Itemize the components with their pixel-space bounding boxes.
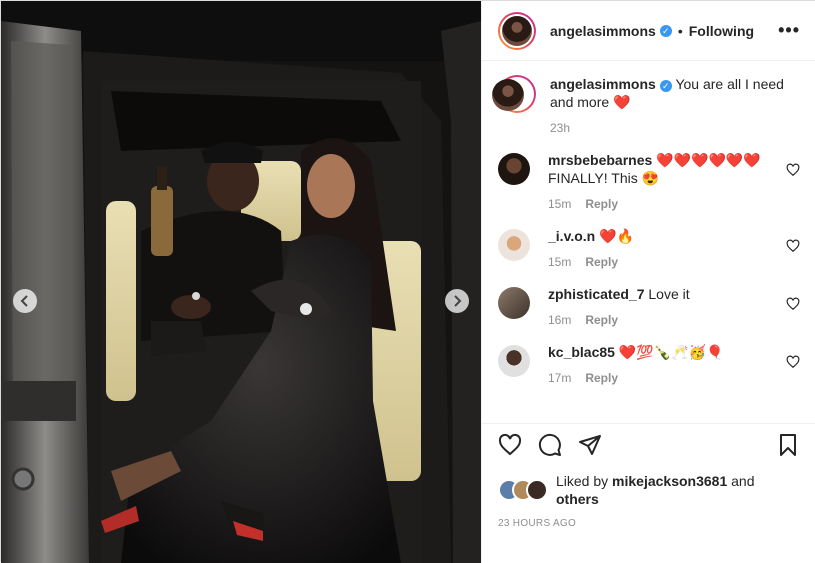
reply-button[interactable]: Reply [585,371,618,385]
caption-username[interactable]: angelasimmons [550,76,656,92]
next-image-button[interactable] [445,289,469,313]
caption-time[interactable]: 23h [550,121,570,135]
share-button[interactable] [578,433,602,457]
comment-time[interactable]: 15m [548,255,571,269]
reply-button[interactable]: Reply [585,197,618,211]
comment-username[interactable]: kc_blac85 [548,344,615,360]
liked-by-label: Liked by [556,473,609,489]
comment-icon [538,433,561,456]
comment-time[interactable]: 17m [548,371,571,385]
comment-text: ❤️🔥 [599,228,634,244]
comment-like-heart-icon[interactable] [786,297,800,311]
post-timestamp[interactable]: 23 HOURS AGO [498,518,800,529]
liker-avatars[interactable] [498,479,550,501]
comment-item: _i.v.o.n ❤️🔥 15m Reply [498,213,800,271]
caption-author-avatar [492,79,524,111]
commenter-avatar[interactable] [498,153,530,185]
comment-item: kc_blac85 ❤️💯🍾🥂🥳🎈 17m Reply [498,329,800,387]
verified-badge-icon: ✓ [659,80,672,92]
post-photo-illustration [1,1,481,563]
comment-username[interactable]: mrsbebebarnes [548,152,652,168]
chevron-left-icon [20,295,28,307]
comments-list[interactable]: angelasimmons ✓ You are all I need and mo… [482,61,815,423]
save-button[interactable] [776,433,800,457]
post-side-panel: angelasimmons ✓ • Following ••• angelasi… [481,1,815,563]
like-button[interactable] [498,433,522,457]
comment-time[interactable]: 16m [548,313,571,327]
commenter-avatar[interactable] [498,229,530,261]
comment-text: Love it [648,286,690,302]
post-header: angelasimmons ✓ • Following ••• [482,1,815,61]
comment-username[interactable]: zphisticated_7 [548,286,644,302]
comment-item: mrsbebebarnes ❤️❤️❤️❤️❤️❤️ FINALLY! This… [498,137,800,213]
post-footer: Liked by mikejackson3681 and others 23 H… [482,423,815,529]
commenter-avatar[interactable] [498,287,530,319]
bookmark-icon [780,434,796,456]
author-username[interactable]: angelasimmons [550,23,656,39]
more-horizontal-icon[interactable]: ••• [778,20,800,41]
comment-like-heart-icon[interactable] [786,355,800,369]
paper-plane-icon [579,435,601,455]
comment-like-heart-icon[interactable] [786,239,800,253]
comment-like-heart-icon[interactable] [786,163,800,177]
separator-dot: • [677,22,683,39]
comment-text: ❤️💯🍾🥂🥳🎈 [618,344,724,360]
caption: angelasimmons ✓ You are all I need and mo… [492,61,800,137]
author-avatar [502,15,532,46]
action-bar [498,424,800,466]
reply-button[interactable]: Reply [585,255,618,269]
likes-others-link[interactable]: others [556,491,599,507]
instagram-post-window: angelasimmons ✓ • Following ••• angelasi… [0,0,815,563]
comment-button[interactable] [538,433,562,457]
caption-author-story-ring[interactable] [492,75,536,113]
reply-button[interactable]: Reply [585,313,618,327]
following-button[interactable]: Following [689,23,754,39]
commenter-avatar[interactable] [498,345,530,377]
liked-by-and: and [731,473,755,489]
post-photo[interactable] [1,1,481,563]
liked-by-text: Liked by mikejackson3681 and others [556,472,755,508]
chevron-right-icon [454,295,462,307]
author-story-ring[interactable] [498,11,536,50]
comment-username[interactable]: _i.v.o.n [548,228,595,244]
verified-badge-icon: ✓ [659,24,672,37]
liker-username-link[interactable]: mikejackson3681 [612,473,727,489]
comment-item: zphisticated_7 Love it 16m Reply [498,271,800,329]
previous-image-button[interactable] [13,289,37,313]
comment-time[interactable]: 15m [548,197,571,211]
heart-icon [498,433,522,456]
liked-by-row: Liked by mikejackson3681 and others [498,472,800,508]
